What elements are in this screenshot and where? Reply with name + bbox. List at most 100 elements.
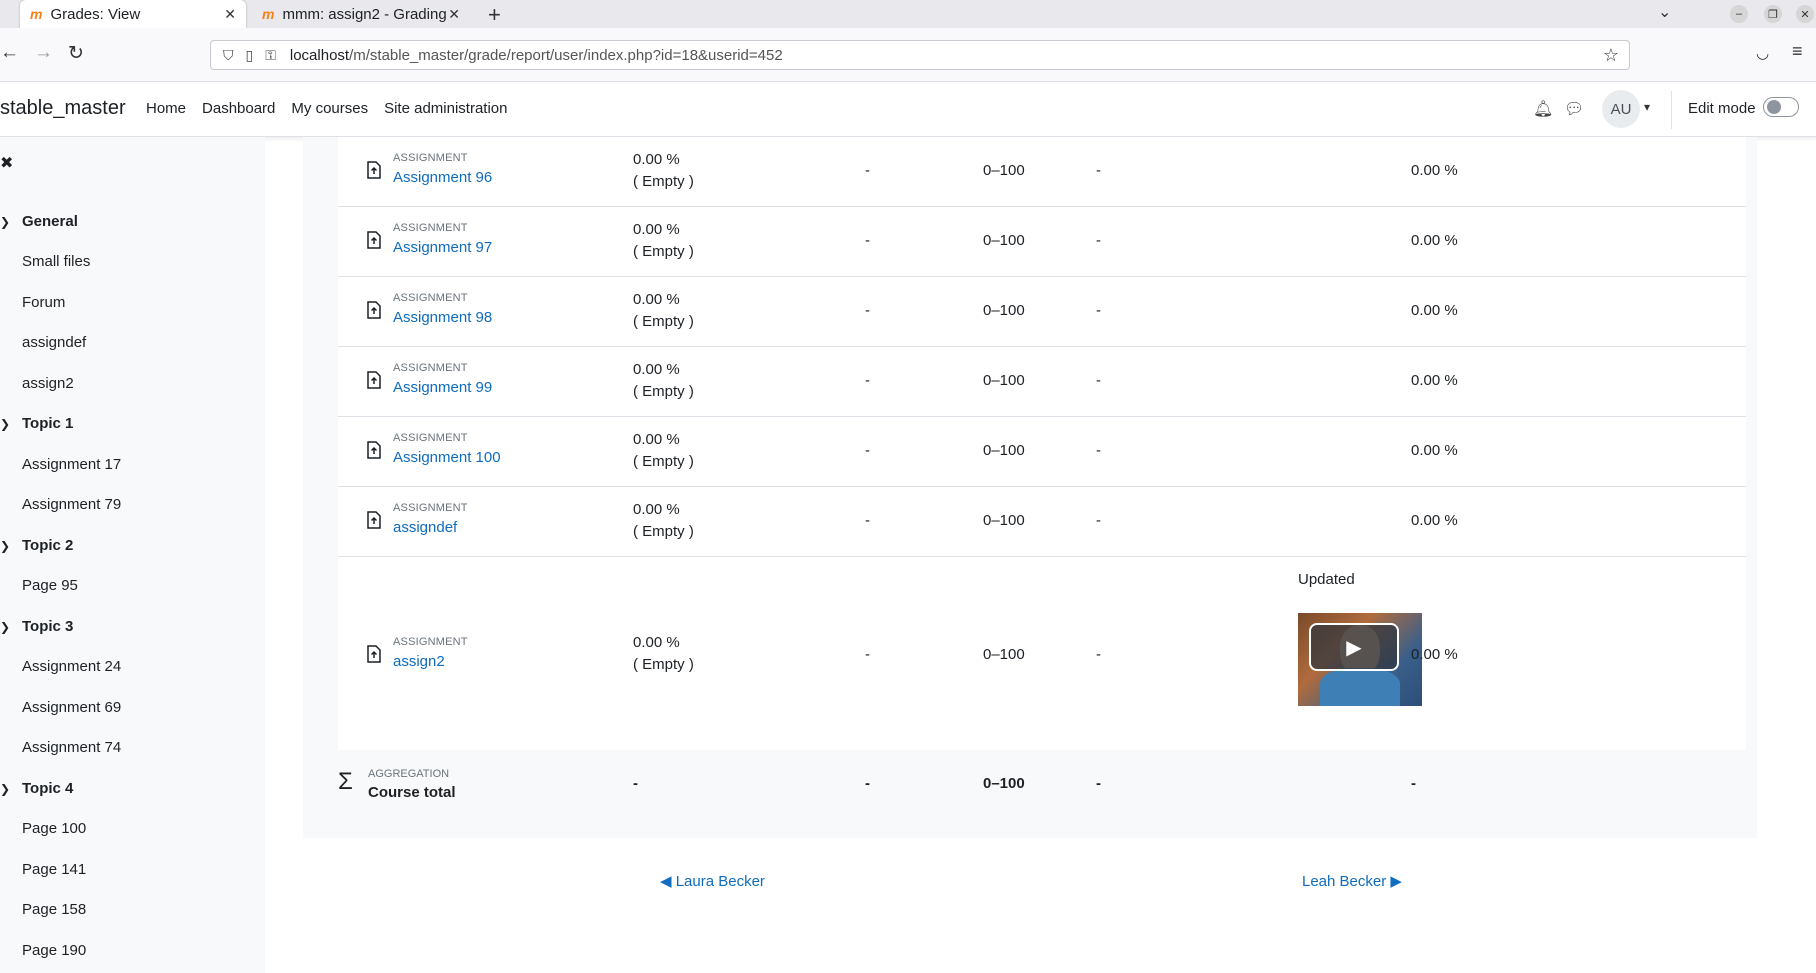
avatar[interactable]: AU bbox=[1602, 90, 1640, 128]
browser-tab-grades[interactable]: m Grades: View ✕ bbox=[20, 0, 246, 28]
close-window-icon[interactable]: ✕ bbox=[1796, 5, 1814, 23]
course-index-item[interactable]: Page 100 bbox=[22, 820, 86, 837]
course-index-section-general[interactable]: ❯ General bbox=[0, 213, 78, 230]
grade-item-link[interactable]: Assignment 99 bbox=[393, 379, 492, 396]
close-tab-icon[interactable]: ✕ bbox=[448, 6, 460, 23]
chevron-down-icon[interactable]: ❯ bbox=[0, 539, 22, 553]
nav-my-courses[interactable]: My courses bbox=[291, 100, 368, 117]
browser-tab-title: mmm: assign2 - Grading bbox=[282, 5, 447, 23]
course-index-item[interactable]: Assignment 69 bbox=[22, 699, 121, 716]
course-index-item[interactable]: Assignment 17 bbox=[22, 456, 121, 473]
grade-cell: - bbox=[1096, 232, 1101, 249]
grade-item-link[interactable]: Assignment 100 bbox=[393, 449, 501, 466]
browser-tab-bar: m Grades: View ✕ m mmm: assign2 - Gradin… bbox=[0, 0, 1816, 28]
course-index-section-topic-1[interactable]: ❯ Topic 1 bbox=[0, 415, 73, 432]
course-index-section-topic-2[interactable]: ❯ Topic 2 bbox=[0, 537, 73, 554]
grade-cell: - bbox=[1096, 442, 1101, 459]
browser-tab-grading[interactable]: m mmm: assign2 - Grading ✕ bbox=[252, 0, 470, 28]
range-cell: 0–100 bbox=[983, 512, 1025, 529]
pocket-icon[interactable]: ◡ bbox=[1756, 44, 1769, 62]
page-icon: ▯ bbox=[245, 46, 254, 63]
course-index-item[interactable]: Assignment 79 bbox=[22, 496, 121, 513]
range-cell: 0–100 bbox=[983, 442, 1025, 459]
menu-icon[interactable]: ≡ bbox=[1792, 41, 1803, 62]
assignment-icon bbox=[367, 231, 381, 249]
restore-icon[interactable]: ❐ bbox=[1764, 5, 1782, 23]
address-bar[interactable]: ⛉ ▯ ⚿ localhost/m/stable_master/grade/re… bbox=[210, 40, 1630, 70]
feedback-video[interactable]: ▶ bbox=[1298, 613, 1422, 706]
course-index-section-topic-3[interactable]: ❯ Topic 3 bbox=[0, 618, 73, 635]
assignment-icon bbox=[367, 441, 381, 459]
course-total-name: Course total bbox=[368, 784, 456, 801]
course-index-item[interactable]: Assignment 74 bbox=[22, 739, 121, 756]
grade-value: 0.00 % bbox=[633, 501, 680, 518]
grade-cell: - bbox=[865, 512, 870, 529]
browser-tab-title: Grades: View bbox=[50, 5, 141, 23]
grade-value: - bbox=[633, 775, 638, 792]
reload-icon[interactable]: ↻ bbox=[68, 42, 84, 65]
grade-item-link[interactable]: assign2 bbox=[393, 653, 445, 670]
course-index-item[interactable]: Assignment 24 bbox=[22, 658, 121, 675]
grade-status: ( Empty ) bbox=[633, 656, 694, 673]
table-row: ASSIGNMENT Assignment 100 0.00 % ( Empty… bbox=[338, 417, 1746, 487]
site-brand[interactable]: stable_master bbox=[0, 97, 126, 120]
close-tab-icon[interactable]: ✕ bbox=[224, 6, 236, 23]
grade-cell: - bbox=[865, 646, 870, 663]
chevron-down-icon[interactable]: ❯ bbox=[0, 782, 22, 796]
course-index-item[interactable]: Page 95 bbox=[22, 577, 78, 594]
close-icon[interactable]: ✖ bbox=[0, 153, 13, 173]
grade-cell: - bbox=[865, 302, 870, 319]
nav-dashboard[interactable]: Dashboard bbox=[202, 100, 275, 117]
permissions-icon[interactable]: ⚿ bbox=[265, 47, 276, 64]
grade-status: ( Empty ) bbox=[633, 383, 694, 400]
message-icon[interactable]: 💬︎ bbox=[1564, 99, 1584, 119]
item-type: AGGREGATION bbox=[368, 768, 450, 780]
chevron-down-icon[interactable]: ⌄ bbox=[1658, 2, 1671, 22]
forward-arrow-icon[interactable]: → bbox=[34, 42, 53, 64]
chevron-down-icon[interactable]: ❯ bbox=[0, 215, 22, 229]
grade-cell: - bbox=[865, 442, 870, 459]
chevron-down-icon[interactable]: ❯ bbox=[0, 620, 22, 634]
table-row: ASSIGNMENT Assignment 97 0.00 % ( Empty … bbox=[338, 207, 1746, 277]
grade-item-link[interactable]: assigndef bbox=[393, 519, 457, 536]
minimize-icon[interactable]: – bbox=[1730, 5, 1748, 23]
grade-item-link[interactable]: Assignment 97 bbox=[393, 239, 492, 256]
chevron-down-icon[interactable]: ▾ bbox=[1644, 100, 1650, 114]
grade-status: ( Empty ) bbox=[633, 243, 694, 260]
back-arrow-icon[interactable]: ← bbox=[0, 42, 19, 64]
course-index-item[interactable]: Forum bbox=[22, 294, 65, 311]
grade-cell: - bbox=[865, 775, 870, 792]
assignment-icon bbox=[367, 645, 381, 663]
play-icon[interactable]: ▶ bbox=[1309, 623, 1399, 671]
next-user-link[interactable]: Leah Becker ▶ bbox=[1302, 872, 1402, 890]
course-index-section-topic-4[interactable]: ❯ Topic 4 bbox=[0, 780, 73, 797]
new-tab-icon[interactable]: + bbox=[488, 2, 501, 28]
bookmark-star-icon[interactable]: ☆ bbox=[1603, 45, 1619, 66]
bell-icon[interactable]: 🔔︎ bbox=[1533, 99, 1553, 119]
grade-item-link[interactable]: Assignment 98 bbox=[393, 309, 492, 326]
course-index-item[interactable]: Small files bbox=[22, 253, 90, 270]
previous-user-link[interactable]: ◀ Laura Becker bbox=[660, 872, 765, 890]
toggle-knob bbox=[1767, 100, 1781, 114]
grade-item-link[interactable]: Assignment 96 bbox=[393, 169, 492, 186]
browser-toolbar: ← → ↻ ⛉ ▯ ⚿ localhost/m/stable_master/gr… bbox=[0, 28, 1816, 82]
grade-cell: - bbox=[1096, 372, 1101, 389]
table-row: ASSIGNMENT Assignment 99 0.00 % ( Empty … bbox=[338, 347, 1746, 417]
course-index-item[interactable]: Page 190 bbox=[22, 942, 86, 959]
course-index-item[interactable]: Page 141 bbox=[22, 861, 86, 878]
url-text[interactable]: localhost/m/stable_master/grade/report/u… bbox=[290, 47, 783, 64]
nav-site-administration[interactable]: Site administration bbox=[384, 100, 507, 117]
chevron-down-icon[interactable]: ❯ bbox=[0, 417, 22, 431]
user-grade-report: ASSIGNMENT Assignment 96 0.00 % ( Empty … bbox=[303, 137, 1757, 838]
item-type: ASSIGNMENT bbox=[393, 432, 468, 444]
nav-home[interactable]: Home bbox=[146, 100, 186, 117]
contribution-cell: - bbox=[1411, 775, 1416, 792]
shield-icon[interactable]: ⛉ bbox=[223, 47, 234, 64]
course-index-item[interactable]: assign2 bbox=[22, 375, 74, 392]
edit-mode-toggle[interactable] bbox=[1763, 97, 1799, 117]
grade-status: ( Empty ) bbox=[633, 453, 694, 470]
course-index-item[interactable]: Page 158 bbox=[22, 901, 86, 918]
table-row: ASSIGNMENT Assignment 98 0.00 % ( Empty … bbox=[338, 277, 1746, 347]
grade-status: ( Empty ) bbox=[633, 313, 694, 330]
course-index-item[interactable]: assigndef bbox=[22, 334, 86, 351]
